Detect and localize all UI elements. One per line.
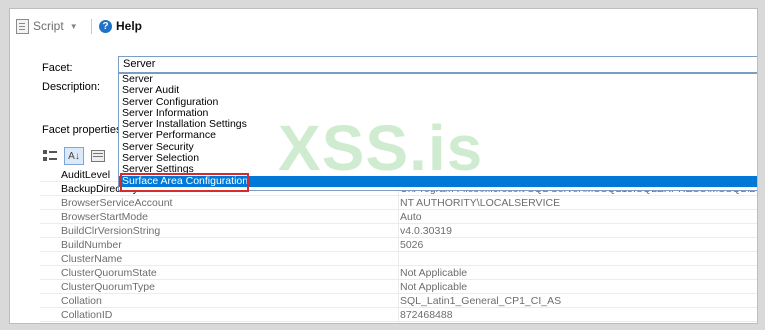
chevron-down-icon[interactable]: ▼ (70, 22, 78, 31)
facet-properties-label: Facet properties: (42, 124, 125, 136)
property-name: CollationID (61, 309, 113, 321)
property-value: SQL_Latin1_General_CP1_CI_AS (400, 295, 562, 307)
property-name: ClusterName (61, 253, 123, 265)
property-row[interactable]: BuildNumber 5026 (40, 238, 757, 252)
property-toolbar: A↓ (40, 147, 108, 165)
facet-option[interactable]: Server Configuration (119, 96, 757, 108)
property-name: BrowserServiceAccount (61, 197, 173, 209)
toolbar-separator (91, 19, 92, 34)
property-row[interactable]: ClusterQuorumType Not Applicable (40, 280, 757, 294)
help-label: Help (116, 19, 143, 33)
facet-option[interactable]: Server Selection (119, 152, 757, 164)
facet-label: Facet: (42, 62, 73, 74)
property-value: Not Applicable (400, 281, 468, 293)
property-name: ClusterQuorumState (61, 267, 157, 279)
alphabetical-view-button[interactable]: A↓ (64, 147, 84, 165)
categorized-view-button[interactable] (40, 147, 60, 165)
property-name: BuildNumber (61, 239, 122, 251)
property-name: AuditLevel (61, 169, 111, 181)
property-pages-button[interactable] (88, 147, 108, 165)
facet-option[interactable]: Server Security (119, 141, 757, 153)
script-button[interactable]: Script ▼ (16, 18, 78, 34)
facet-select[interactable]: Server (118, 56, 757, 73)
help-icon: ? (99, 19, 112, 33)
facet-option[interactable]: Server Performance (119, 130, 757, 142)
property-name: BuildClrVersionString (61, 225, 161, 237)
facet-option[interactable]: Server (119, 73, 757, 85)
highlight-box (120, 173, 249, 192)
property-name: Collation (61, 295, 102, 307)
property-value: 5026 (400, 239, 424, 251)
property-row[interactable]: Collation SQL_Latin1_General_CP1_CI_AS (40, 294, 757, 308)
property-value: 872468488 (400, 309, 453, 321)
description-label: Description: (42, 81, 101, 93)
property-row[interactable]: BrowserServiceAccount NT AUTHORITY\LOCALS… (40, 196, 757, 210)
dialog-frame: Script ▼ ? Help Facet: Description: Face… (9, 8, 758, 324)
property-value: NT AUTHORITY\LOCALSERVICE (400, 197, 561, 209)
property-value: Not Applicable (400, 267, 468, 279)
property-name: ClusterQuorumType (61, 281, 155, 293)
property-row[interactable]: BuildClrVersionString v4.0.30319 (40, 224, 757, 238)
property-row[interactable]: CollationID 872468488 (40, 308, 757, 322)
property-row[interactable]: BrowserStartMode Auto (40, 210, 757, 224)
sort-az-icon: A↓ (68, 150, 80, 162)
property-name: BrowserStartMode (61, 211, 148, 223)
property-pages-icon (91, 150, 105, 162)
property-value: v4.0.30319 (400, 225, 452, 237)
script-label: Script (33, 19, 64, 33)
property-row[interactable]: ClusterQuorumState Not Applicable (40, 266, 757, 280)
script-icon (16, 18, 29, 34)
property-row[interactable]: ClusterName (40, 252, 757, 266)
categorized-icon (43, 150, 57, 161)
property-value: Auto (400, 211, 422, 223)
facet-option[interactable]: Server Audit (119, 84, 757, 96)
help-button[interactable]: ? Help (99, 18, 142, 34)
toolbar: Script ▼ ? Help (10, 9, 757, 41)
